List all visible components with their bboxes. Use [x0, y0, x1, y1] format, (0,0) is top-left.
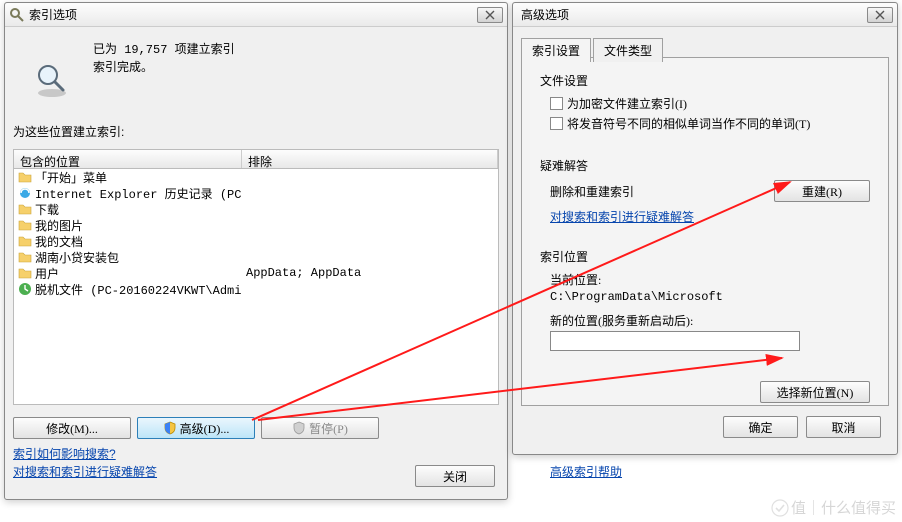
watermark-text: 值｜什么值得买: [791, 497, 896, 518]
list-item-name: 用户: [35, 265, 59, 282]
current-location-path: C:\ProgramData\Microsoft: [550, 290, 870, 304]
dialog-buttons: 确定 取消: [723, 416, 881, 438]
list-item-name: 我的文档: [35, 233, 83, 250]
link-index-effect[interactable]: 索引如何影响搜索?: [13, 445, 157, 463]
checkbox-encrypted-label: 为加密文件建立索引(I): [567, 95, 687, 112]
checkbox-icon: [550, 117, 563, 130]
rebuild-button[interactable]: 重建(R): [774, 180, 870, 202]
status-block: 已为 19,757 项建立索引 索引完成。: [93, 41, 235, 77]
locations-label: 为这些位置建立索引:: [13, 123, 124, 140]
col-excluded[interactable]: 排除: [242, 150, 498, 168]
checkbox-diacritic-label: 将发音符号不同的相似单词当作不同的单词(T): [567, 115, 810, 132]
tab-file-types[interactable]: 文件类型: [593, 38, 663, 62]
folder-icon: [18, 170, 32, 184]
tab-index-settings[interactable]: 索引设置: [521, 38, 591, 62]
close-button[interactable]: [867, 7, 893, 23]
dialog-title: 索引选项: [29, 6, 477, 23]
titlebar: 高级选项: [513, 3, 897, 27]
dialog-title: 高级选项: [517, 6, 867, 23]
group-file-settings: 文件设置: [540, 72, 870, 89]
locations-list[interactable]: 「开始」菜单Internet Explorer 历史记录 (PC-...下载我的…: [13, 169, 499, 405]
shield-icon: [292, 421, 306, 435]
rebuild-label: 删除和重建索引: [550, 183, 634, 200]
list-item[interactable]: 「开始」菜单: [14, 169, 498, 185]
folder-icon: [18, 202, 32, 216]
advanced-options-dialog: 高级选项 索引设置 文件类型 文件设置 为加密文件建立索引(I) 将发音符号不同…: [512, 2, 898, 455]
magnifier-icon: [33, 61, 71, 99]
link-advanced-help[interactable]: 高级索引帮助: [550, 463, 622, 481]
ie-icon: [18, 186, 32, 200]
choose-new-location-button[interactable]: 选择新位置(N): [760, 381, 870, 403]
checkbox-diacritic[interactable]: 将发音符号不同的相似单词当作不同的单词(T): [550, 115, 870, 132]
tab-strip: 索引设置 文件类型: [521, 38, 889, 62]
list-item-excl: AppData; AppData: [242, 266, 498, 280]
list-item[interactable]: 我的文档: [14, 233, 498, 249]
offline-icon: [18, 282, 32, 296]
pause-button-label: 暂停(P): [309, 420, 348, 437]
folder-icon: [18, 218, 32, 232]
folder-icon: [18, 266, 32, 280]
button-row: 修改(M)... 高级(D)... 暂停(P): [13, 417, 379, 439]
indexing-options-dialog: 索引选项 已为 19,757 项建立索引 索引完成。 为这些位置建立索引: 包含…: [4, 2, 508, 500]
close-dialog-button[interactable]: 关闭: [415, 465, 495, 487]
tabs: 索引设置 文件类型 文件设置 为加密文件建立索引(I) 将发音符号不同的相似单词…: [521, 37, 889, 406]
list-item-name: 「开始」菜单: [35, 169, 107, 186]
current-location-label: 当前位置:: [550, 271, 870, 288]
shield-icon: [163, 421, 177, 435]
list-item[interactable]: Internet Explorer 历史记录 (PC-...: [14, 185, 498, 201]
list-item-name: 下载: [35, 201, 59, 218]
list-item[interactable]: 下载: [14, 201, 498, 217]
list-item-name: Internet Explorer 历史记录 (PC-...: [35, 185, 242, 202]
close-button[interactable]: [477, 7, 503, 23]
list-item[interactable]: 脱机文件 (PC-20160224VKWT\Admin...: [14, 281, 498, 297]
list-header: 包含的位置 排除: [13, 149, 499, 169]
list-item-name: 我的图片: [35, 217, 83, 234]
col-included[interactable]: 包含的位置: [14, 150, 242, 168]
advanced-button[interactable]: 高级(D)...: [137, 417, 255, 439]
link-trouble[interactable]: 对搜索和索引进行疑难解答: [550, 208, 870, 226]
help-links: 索引如何影响搜索? 对搜索和索引进行疑难解答: [13, 445, 157, 481]
folder-icon: [18, 250, 32, 264]
status-count: 已为 19,757 项建立索引: [93, 41, 235, 59]
group-troubleshoot: 疑难解答: [540, 157, 870, 174]
tab-panel-index: 文件设置 为加密文件建立索引(I) 将发音符号不同的相似单词当作不同的单词(T)…: [521, 57, 889, 406]
modify-button[interactable]: 修改(M)...: [13, 417, 131, 439]
folder-icon: [18, 234, 32, 248]
group-index-location: 索引位置: [540, 248, 870, 265]
cancel-button[interactable]: 取消: [806, 416, 881, 438]
list-item-name: 湖南小贷安装包: [35, 249, 119, 266]
list-item-name: 脱机文件 (PC-20160224VKWT\Admin...: [35, 281, 242, 298]
check-icon: [771, 499, 789, 517]
ok-button[interactable]: 确定: [723, 416, 798, 438]
search-icon: [9, 7, 25, 23]
list-item[interactable]: 我的图片: [14, 217, 498, 233]
link-trouble[interactable]: 对搜索和索引进行疑难解答: [13, 463, 157, 481]
checkbox-icon: [550, 97, 563, 110]
list-item[interactable]: 湖南小贷安装包: [14, 249, 498, 265]
new-location-input[interactable]: [550, 331, 800, 351]
titlebar: 索引选项: [5, 3, 507, 27]
checkbox-encrypted[interactable]: 为加密文件建立索引(I): [550, 95, 870, 112]
new-location-label: 新的位置(服务重新启动后):: [550, 312, 870, 329]
rebuild-row: 删除和重建索引 重建(R): [550, 180, 870, 202]
status-done: 索引完成。: [93, 59, 235, 77]
watermark: 值｜什么值得买: [771, 497, 896, 518]
list-item[interactable]: 用户 AppData; AppData: [14, 265, 498, 281]
advanced-button-label: 高级(D)...: [180, 420, 230, 437]
pause-button[interactable]: 暂停(P): [261, 417, 379, 439]
